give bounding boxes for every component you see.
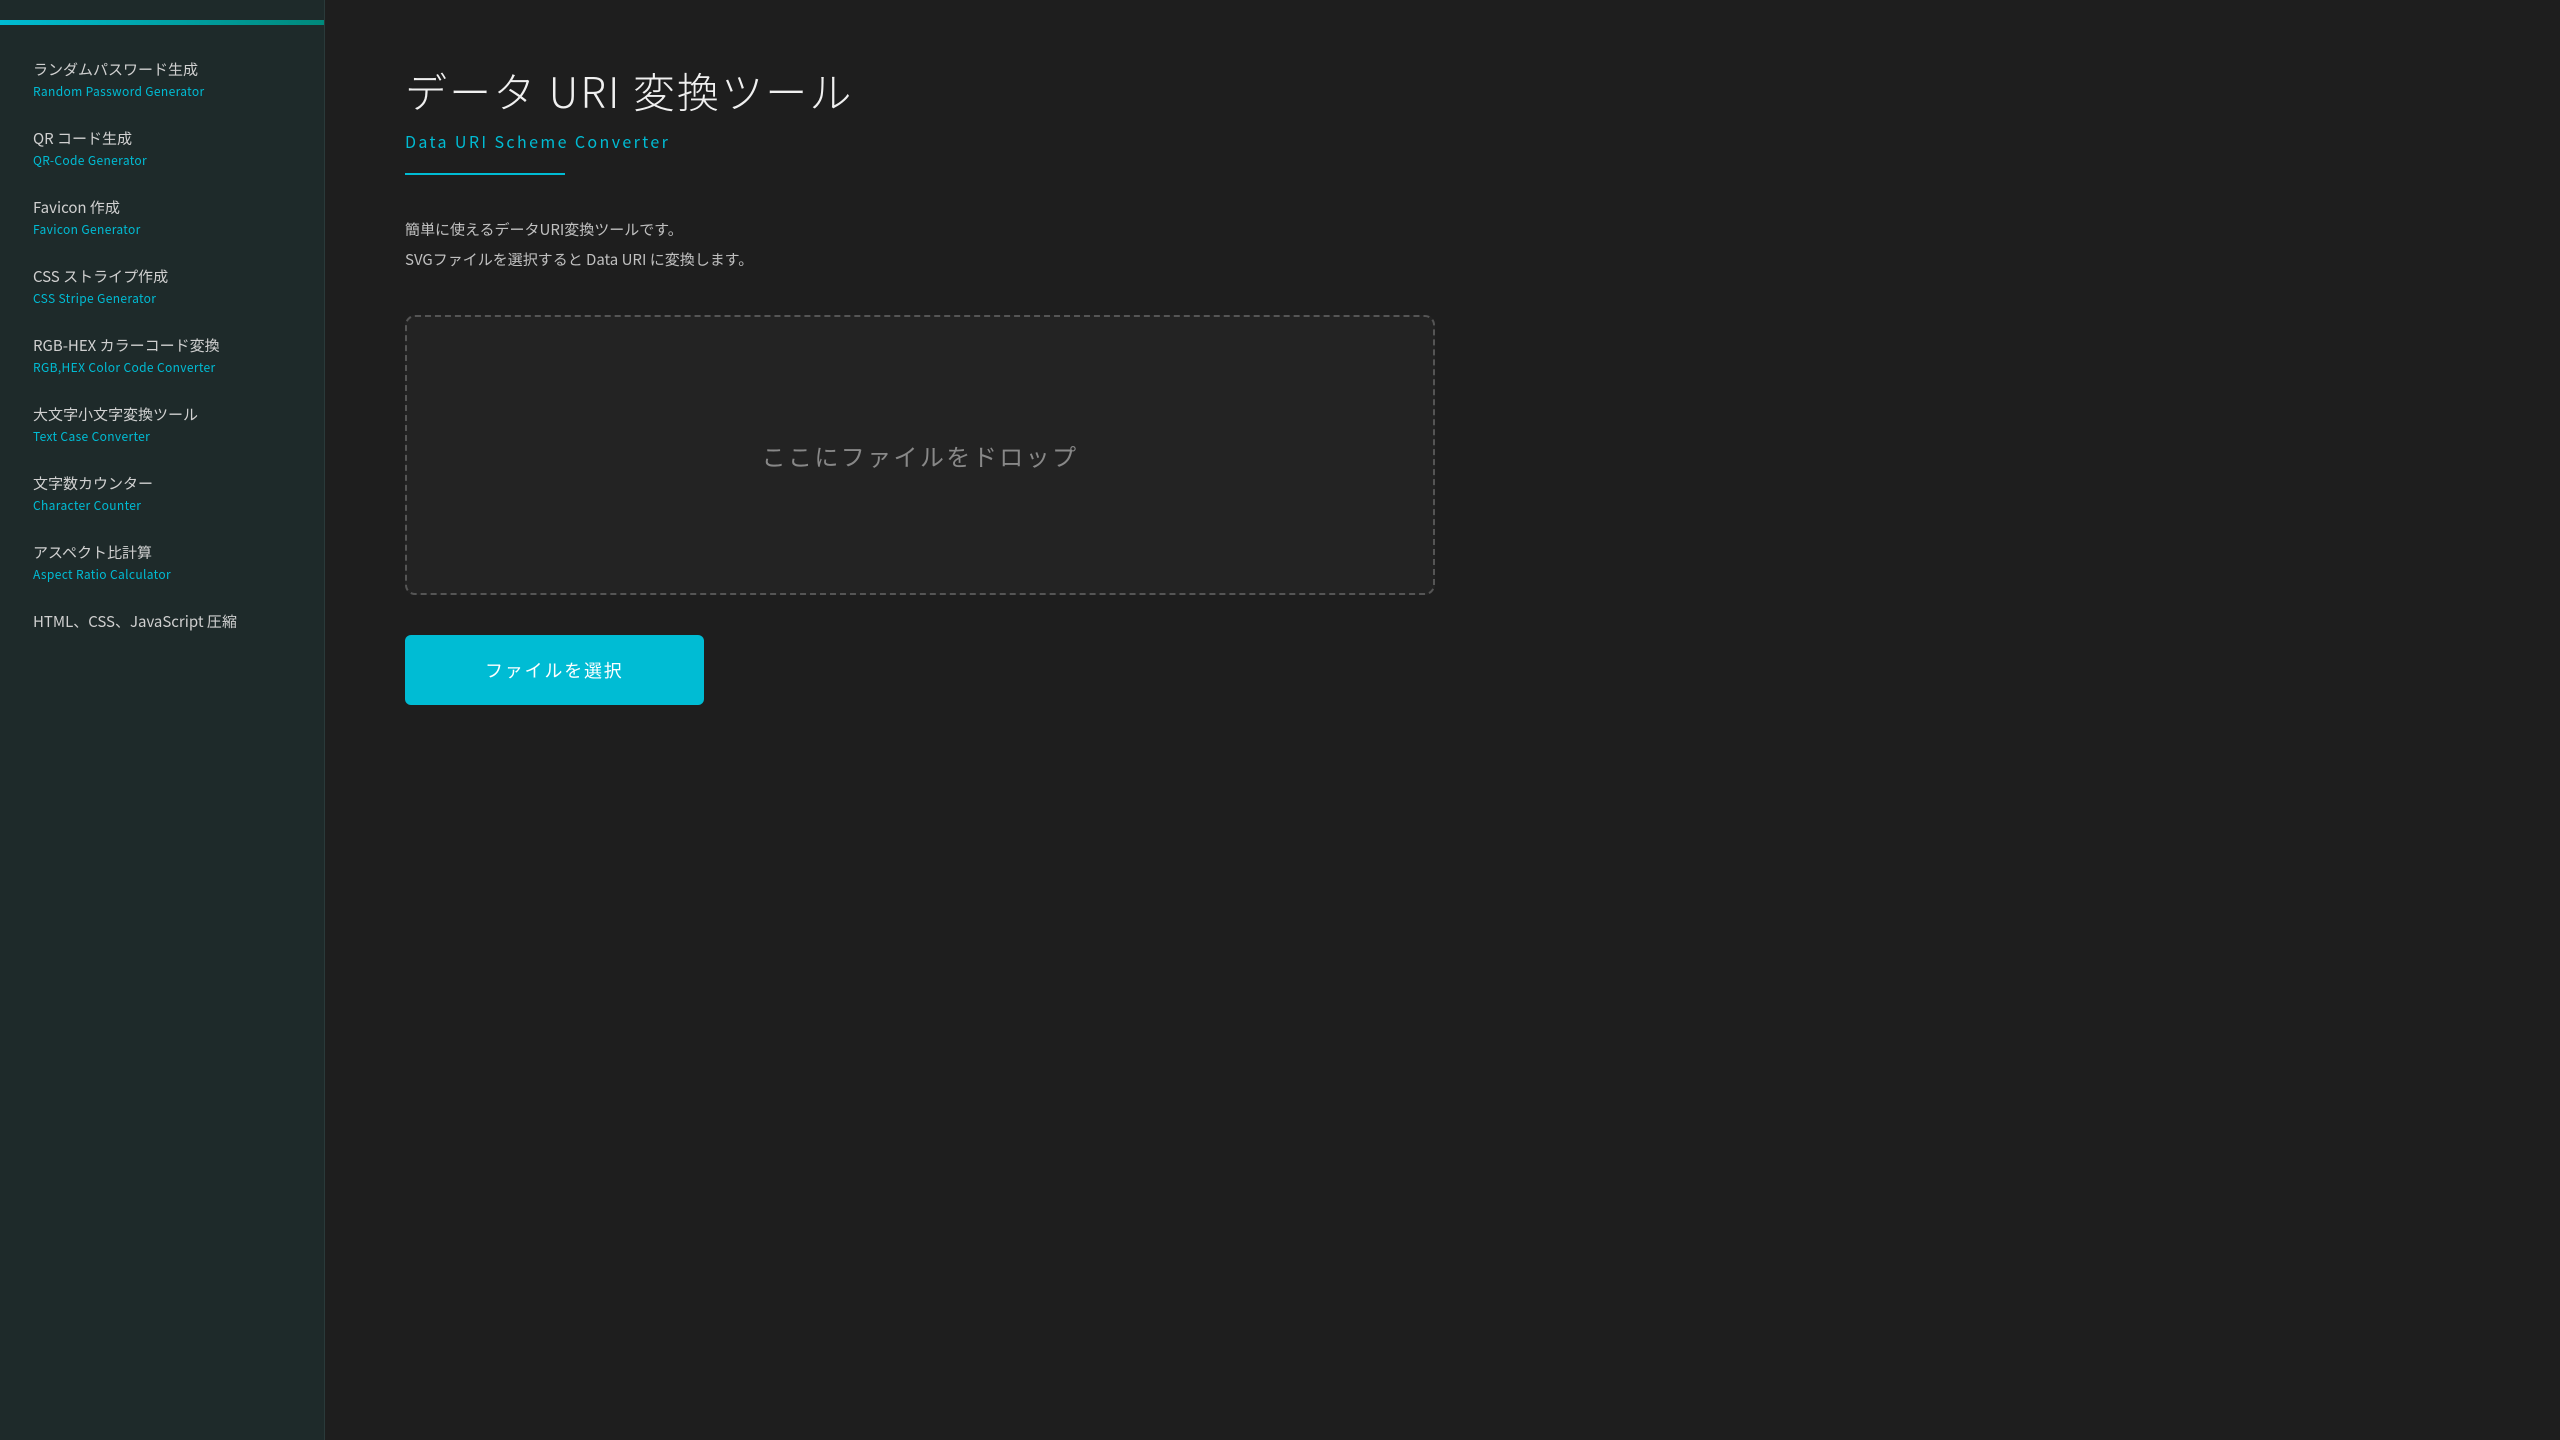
sidebar-item-ja-minifier: HTML、CSS、JavaScript 圧縮 [33, 611, 294, 632]
sidebar-item-en-random-password: Random Password Generator [33, 83, 294, 100]
sidebar-item-en-css-stripe: CSS Stripe Generator [33, 290, 294, 307]
sidebar: ランダムパスワード生成 Random Password Generator QR コ… [0, 0, 325, 1440]
drop-zone[interactable]: ここにファイルをドロップ [405, 315, 1435, 595]
main-content: データ URI 変換ツール Data URI Scheme Converter … [325, 0, 2560, 1440]
sidebar-item-ja-qr-code: QR コード生成 [33, 128, 294, 149]
sidebar-item-en-qr-code: QR-Code Generator [33, 152, 294, 169]
sidebar-item-ja-aspect-ratio: アスペクト比計算 [33, 542, 294, 563]
sidebar-item-qr-code[interactable]: QR コード生成 QR-Code Generator [0, 114, 324, 183]
sidebar-item-en-char-counter: Character Counter [33, 497, 294, 514]
description: 簡単に使えるデータURI変換ツールです。 SVGファイルを選択すると Data … [405, 215, 2480, 275]
sidebar-item-rgb-hex[interactable]: RGB-HEX カラーコード変換 RGB,HEX Color Code Conve… [0, 321, 324, 390]
sidebar-item-ja-char-counter: 文字数カウンター [33, 473, 294, 494]
sidebar-item-favicon[interactable]: Favicon 作成 Favicon Generator [0, 183, 324, 252]
sidebar-item-minifier[interactable]: HTML、CSS、JavaScript 圧縮 [0, 597, 324, 649]
page-title-en: Data URI Scheme Converter [405, 129, 2480, 153]
sidebar-item-text-case[interactable]: 大文字小文字変換ツール Text Case Converter [0, 390, 324, 459]
sidebar-item-css-stripe[interactable]: CSS ストライプ作成 CSS Stripe Generator [0, 252, 324, 321]
drop-zone-text: ここにファイルをドロップ [762, 438, 1079, 473]
sidebar-item-ja-rgb-hex: RGB-HEX カラーコード変換 [33, 335, 294, 356]
sidebar-item-en-text-case: Text Case Converter [33, 428, 294, 445]
sidebar-item-char-counter[interactable]: 文字数カウンター Character Counter [0, 459, 324, 528]
divider [405, 173, 565, 175]
description-line2: SVGファイルを選択すると Data URI に変換します。 [405, 245, 2480, 275]
sidebar-top-bar [0, 20, 324, 25]
select-file-button[interactable]: ファイルを選択 [405, 635, 704, 705]
sidebar-item-ja-css-stripe: CSS ストライプ作成 [33, 266, 294, 287]
sidebar-item-ja-random-password: ランダムパスワード生成 [33, 59, 294, 80]
description-line1: 簡単に使えるデータURI変換ツールです。 [405, 215, 2480, 245]
sidebar-item-en-aspect-ratio: Aspect Ratio Calculator [33, 566, 294, 583]
sidebar-item-en-rgb-hex: RGB,HEX Color Code Converter [33, 359, 294, 376]
sidebar-item-ja-text-case: 大文字小文字変換ツール [33, 404, 294, 425]
page-title-ja: データ URI 変換ツール [405, 60, 2480, 121]
sidebar-item-aspect-ratio[interactable]: アスペクト比計算 Aspect Ratio Calculator [0, 528, 324, 597]
sidebar-item-en-favicon: Favicon Generator [33, 221, 294, 238]
sidebar-item-random-password[interactable]: ランダムパスワード生成 Random Password Generator [0, 45, 324, 114]
sidebar-item-ja-favicon: Favicon 作成 [33, 197, 294, 218]
